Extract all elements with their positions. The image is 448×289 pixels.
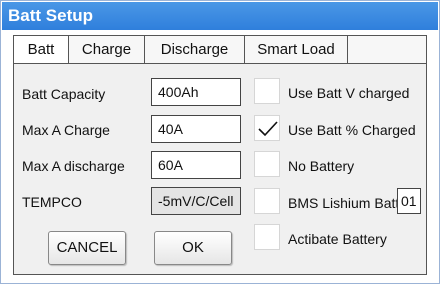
- settings-panel: Batt Charge Discharge Smart Load Batt Ca…: [13, 35, 427, 275]
- max-charge-label: Max A Charge: [22, 122, 110, 138]
- tab-smart-load[interactable]: Smart Load: [245, 36, 348, 63]
- bms-lithium-label: BMS Lishium Batt: [288, 195, 400, 211]
- use-batt-percent-label: Use Batt % Charged: [288, 122, 416, 138]
- activate-battery-checkbox[interactable]: [254, 224, 280, 250]
- activate-battery-label: Actibate Battery: [288, 231, 387, 247]
- checkmark-icon: [258, 121, 278, 137]
- bms-lithium-checkbox[interactable]: [254, 188, 280, 214]
- batt-capacity-label: Batt Capacity: [22, 86, 106, 102]
- no-battery-label: No Battery: [288, 158, 355, 174]
- bms-id-field[interactable]: 01: [397, 188, 421, 214]
- batt-capacity-field[interactable]: 400Ah: [151, 78, 241, 106]
- use-batt-v-checkbox[interactable]: [254, 78, 280, 104]
- tab-batt[interactable]: Batt: [14, 36, 69, 63]
- tab-bar: Batt Charge Discharge Smart Load: [14, 36, 426, 64]
- use-batt-percent-checkbox[interactable]: [254, 115, 280, 141]
- max-charge-field[interactable]: 40A: [151, 115, 241, 143]
- tab-charge[interactable]: Charge: [69, 36, 145, 63]
- window-title: Batt Setup: [2, 2, 438, 30]
- max-discharge-field[interactable]: 60A: [151, 151, 241, 179]
- max-discharge-label: Max A discharge: [22, 158, 125, 174]
- tab-empty[interactable]: [348, 36, 426, 63]
- ok-button[interactable]: OK: [154, 231, 232, 265]
- use-batt-v-label: Use Batt V charged: [288, 85, 410, 101]
- no-battery-checkbox[interactable]: [254, 151, 280, 177]
- cancel-button[interactable]: CANCEL: [48, 231, 126, 265]
- tempco-field: -5mV/C/Cell: [151, 187, 241, 215]
- tab-discharge[interactable]: Discharge: [145, 36, 245, 63]
- tempco-label: TEMPCO: [22, 194, 82, 210]
- batt-setup-dialog: Batt Setup Batt Charge Discharge Smart L…: [0, 0, 440, 284]
